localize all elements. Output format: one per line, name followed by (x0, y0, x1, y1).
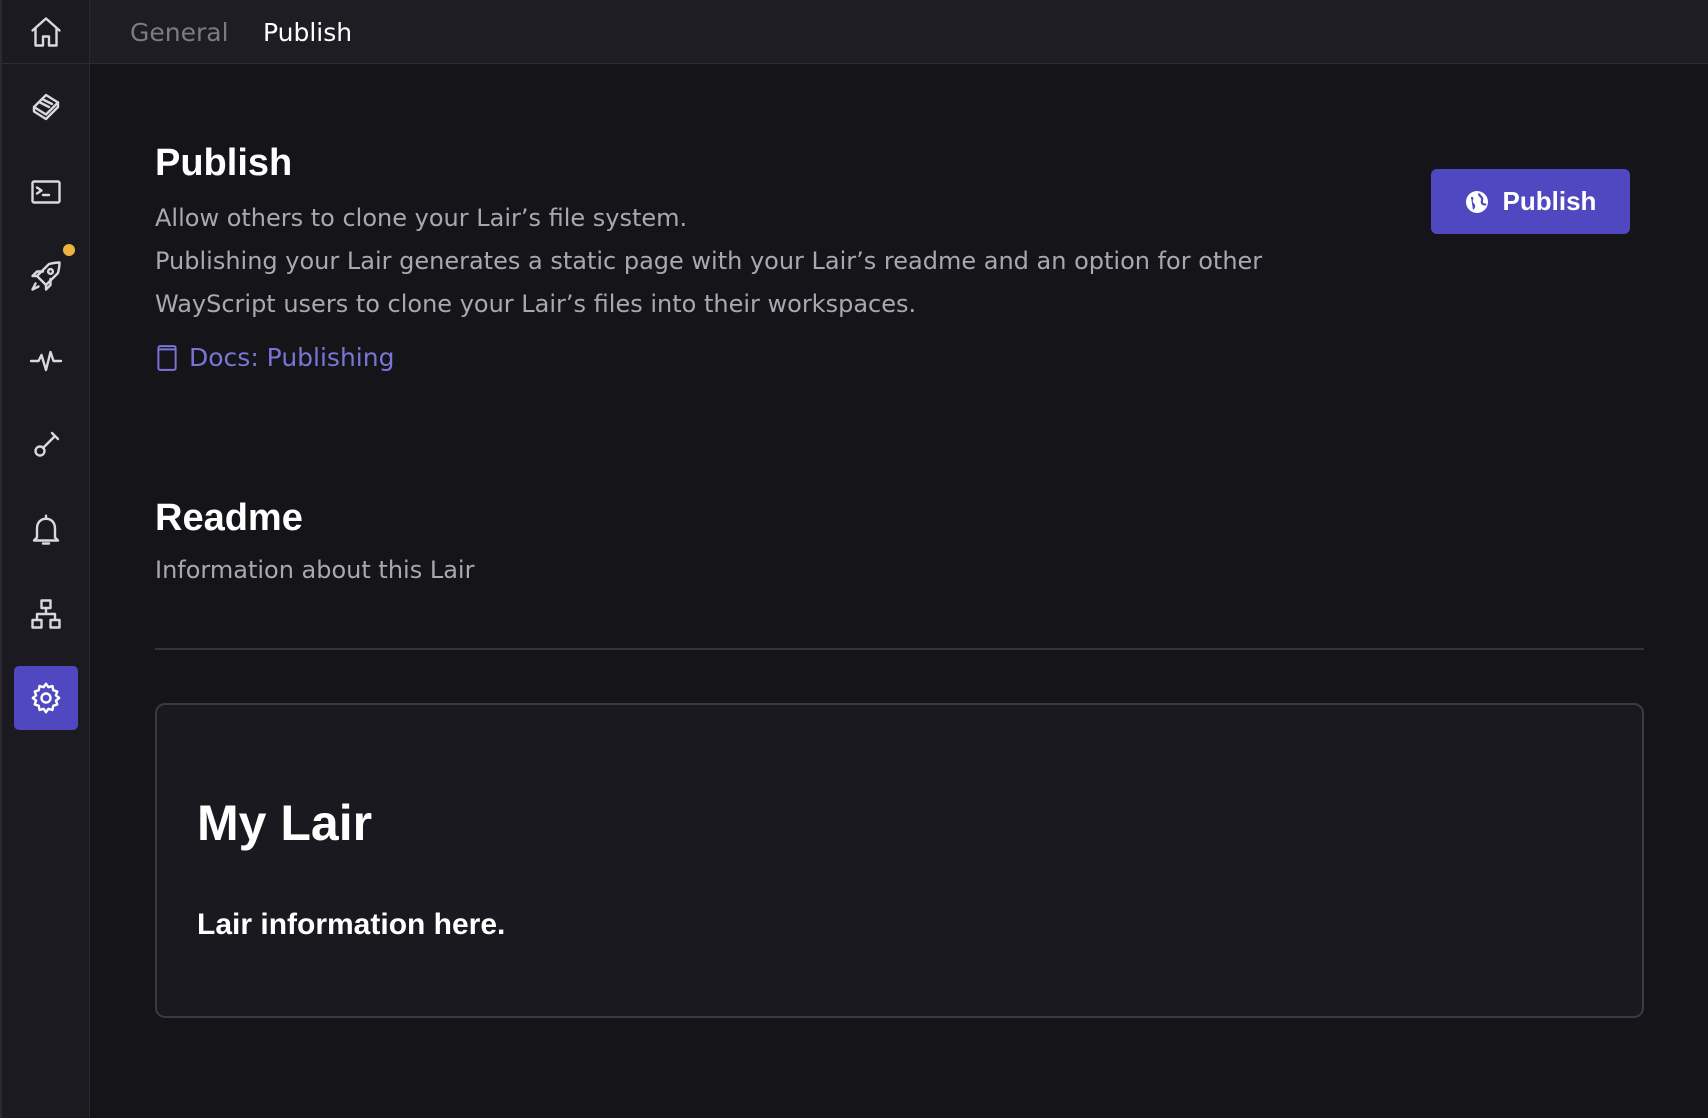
readme-heading: Readme (155, 497, 303, 539)
publish-button-label: Publish (1502, 186, 1597, 216)
gear-icon (31, 682, 61, 714)
notification-dot (63, 244, 75, 256)
readme-content-title: My Lair (197, 795, 373, 851)
docs-link-label: Docs: Publishing (189, 343, 395, 372)
sidebar-item-settings[interactable] (14, 666, 78, 730)
book-icon (157, 345, 177, 371)
readme-content-body: Lair information here. (197, 908, 506, 941)
hierarchy-icon (31, 599, 61, 629)
sidebar-item-activity[interactable] (14, 329, 78, 393)
readme-preview[interactable]: My Lair Lair information here. (155, 703, 1644, 1018)
sidebar-item-terminal[interactable] (14, 160, 78, 224)
files-icon (32, 93, 60, 121)
readme-subtitle: Information about this Lair (155, 556, 475, 584)
sidebar (0, 0, 91, 1118)
sidebar-item-secrets[interactable] (14, 413, 78, 477)
home-icon (31, 17, 61, 47)
sidebar-item-structure[interactable] (14, 582, 78, 646)
globe-icon (1465, 190, 1488, 213)
publish-heading: Publish (155, 142, 293, 184)
sidebar-home-section (2, 0, 91, 64)
settings-tabbar: General Publish (90, 0, 1708, 64)
tab-publish[interactable]: Publish (263, 16, 352, 50)
publish-button[interactable]: Publish (1431, 169, 1630, 234)
sidebar-item-files[interactable] (14, 75, 78, 139)
sidebar-item-notifications[interactable] (14, 498, 78, 562)
activity-icon (29, 350, 63, 372)
docs-publishing-link[interactable]: Docs: Publishing (155, 340, 394, 376)
section-divider (155, 648, 1644, 650)
rocket-icon (31, 261, 61, 291)
bell-icon (32, 514, 60, 545)
key-icon (34, 431, 60, 457)
publish-description-line1: Allow others to clone your Lair’s file s… (155, 204, 688, 232)
sidebar-item-home[interactable] (14, 0, 78, 64)
publish-description: Allow others to clone your Lair’s file s… (155, 197, 1335, 326)
publish-description-line2: Publishing your Lair generates a static … (155, 247, 1263, 318)
tab-general[interactable]: General (130, 16, 229, 50)
terminal-icon (31, 180, 61, 204)
